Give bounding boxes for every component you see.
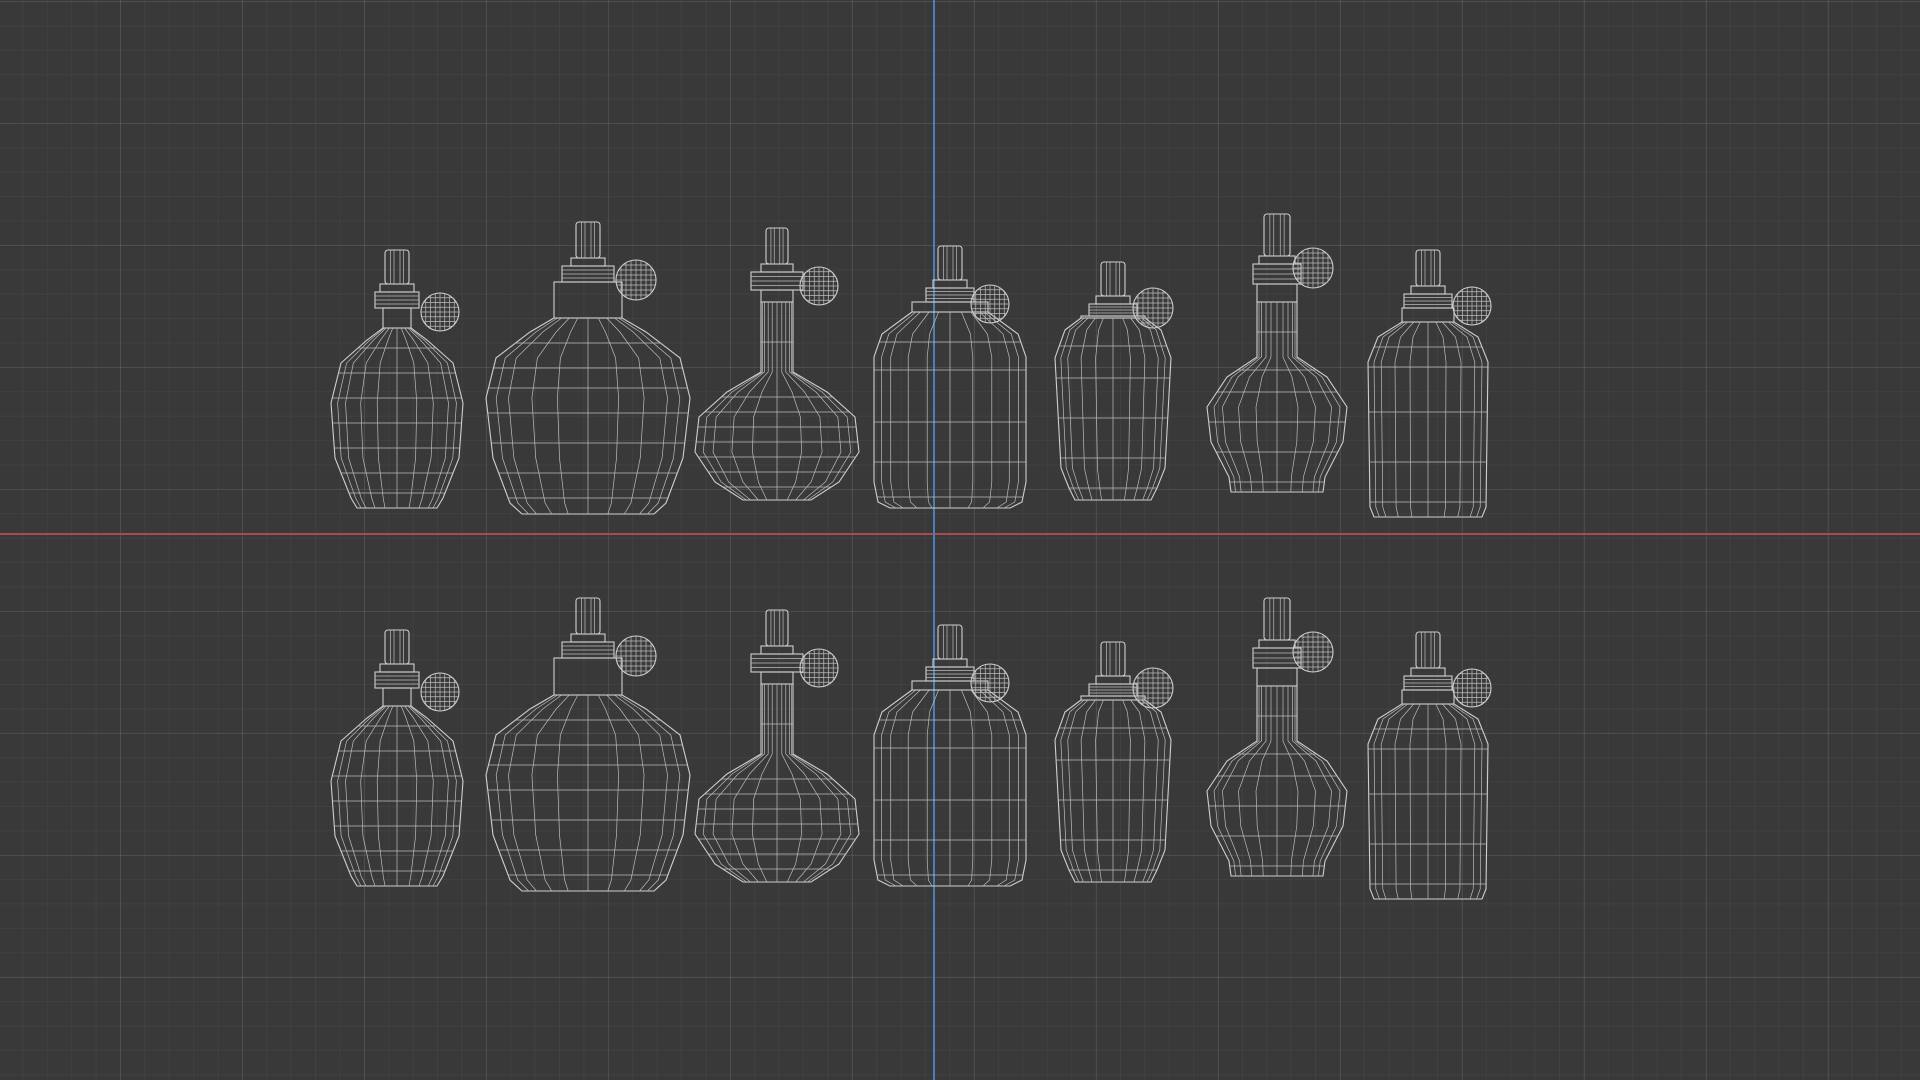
atomizer-bulb[interactable] xyxy=(1452,286,1492,326)
atomizer-bulb[interactable] xyxy=(1132,667,1174,709)
atomizer-bulb[interactable] xyxy=(1452,668,1492,708)
atomizer-bulb[interactable] xyxy=(1292,247,1334,289)
atomizer-bulb[interactable] xyxy=(420,672,460,712)
atomizer-bulb[interactable] xyxy=(420,292,460,332)
bottle-6-model[interactable] xyxy=(1206,213,1348,493)
atomizer-bulb[interactable] xyxy=(615,635,657,677)
bottle-4-model[interactable] xyxy=(873,245,1027,509)
atomizer-bulb[interactable] xyxy=(970,284,1010,324)
bottle-7-model[interactable] xyxy=(1367,249,1492,518)
bottle-5-model[interactable] xyxy=(1054,261,1174,501)
bottle-1-model[interactable] xyxy=(330,629,464,887)
bottle-3-model[interactable] xyxy=(694,227,860,501)
atomizer-bulb[interactable] xyxy=(615,259,657,301)
bottle-3-model[interactable] xyxy=(694,609,860,883)
atomizer-bulb[interactable] xyxy=(1132,287,1174,329)
bottle-6-model[interactable] xyxy=(1206,597,1348,877)
bottle-2-model[interactable] xyxy=(485,221,691,515)
atomizer-bulb[interactable] xyxy=(799,648,839,688)
row-bottom[interactable] xyxy=(330,597,1492,900)
bottle-4-model[interactable] xyxy=(873,624,1027,887)
bottle-5-model[interactable] xyxy=(1054,641,1174,883)
atomizer-bulb[interactable] xyxy=(1292,631,1334,673)
row-top[interactable] xyxy=(330,213,1492,518)
atomizer-bulb[interactable] xyxy=(799,266,839,306)
wireframe-models[interactable] xyxy=(0,0,1920,1080)
bottle-1-model[interactable] xyxy=(330,249,464,509)
atomizer-bulb[interactable] xyxy=(970,663,1010,703)
3d-viewport[interactable] xyxy=(0,0,1920,1080)
bottle-2-model[interactable] xyxy=(485,597,691,892)
bottle-7-model[interactable] xyxy=(1367,631,1492,900)
